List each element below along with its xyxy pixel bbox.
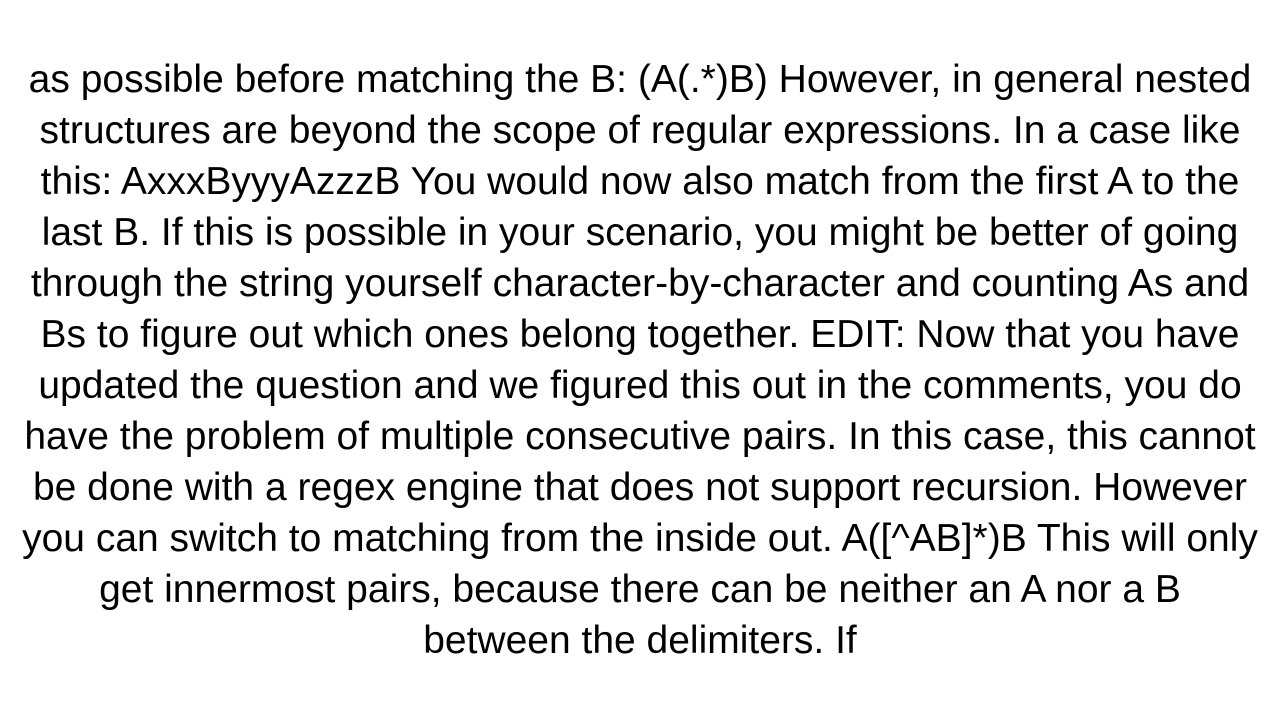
document-text: as possible before matching the B: (A(.*… [20,54,1260,667]
